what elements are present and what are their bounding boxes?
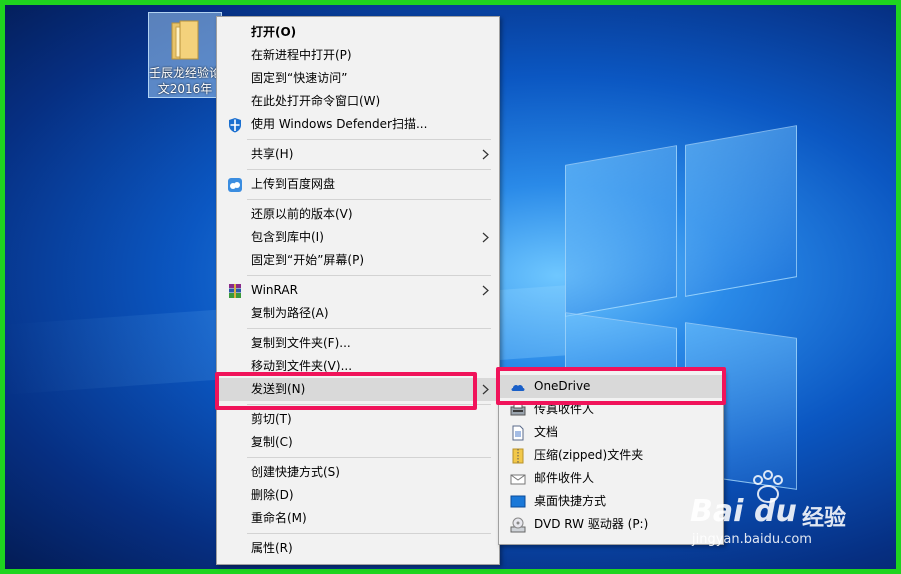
menu-item-label: 还原以前的版本(V) xyxy=(251,207,353,221)
baidu-cloud-icon xyxy=(228,178,242,192)
dvd-drive-icon xyxy=(510,517,526,533)
desktop-folder-label-line2: 文2016年 xyxy=(157,82,213,96)
chevron-right-icon xyxy=(482,384,489,395)
folder-icon xyxy=(171,20,199,60)
watermark-brand-du: du xyxy=(754,494,797,529)
desktop-folder-label-line1: 壬辰龙经验论 xyxy=(149,66,221,80)
menu-item-upload-baidu[interactable]: 上传到百度网盘 xyxy=(217,173,499,196)
menu-item-label: WinRAR xyxy=(251,283,298,297)
menu-item-label: 共享(H) xyxy=(251,147,294,161)
highlight-send-to xyxy=(215,372,477,410)
menu-item-winrar[interactable]: WinRAR xyxy=(217,279,499,302)
document-icon xyxy=(512,425,524,441)
menu-item-open-command-window[interactable]: 在此处打开命令窗口(W) xyxy=(217,90,499,113)
menu-item-label: 包含到库中(I) xyxy=(251,230,324,244)
mail-icon xyxy=(510,474,526,485)
window-logo-pane-top-left xyxy=(565,145,677,317)
menu-item-label: 删除(D) xyxy=(251,488,294,502)
submenu-item-label: DVD RW 驱动器 (P:) xyxy=(534,517,649,531)
winrar-icon xyxy=(229,284,241,298)
menu-separator xyxy=(247,328,491,329)
highlight-onedrive xyxy=(496,367,726,405)
menu-item-cut[interactable]: 剪切(T) xyxy=(217,408,499,431)
chevron-right-icon xyxy=(482,149,489,160)
menu-item-label: 重命名(M) xyxy=(251,511,307,525)
zip-folder-icon xyxy=(512,448,524,464)
menu-item-pin-quick-access[interactable]: 固定到“快速访问” xyxy=(217,67,499,90)
menu-item-copy[interactable]: 复制(C) xyxy=(217,431,499,454)
menu-item-label: 上传到百度网盘 xyxy=(251,177,336,191)
watermark-brand: Bai xyxy=(690,494,744,529)
menu-item-rename[interactable]: 重命名(M) xyxy=(217,507,499,530)
submenu-item-label: 桌面快捷方式 xyxy=(534,494,607,508)
window-logo-pane-top-right xyxy=(685,125,797,297)
menu-item-label: 复制到文件夹(F)... xyxy=(251,336,351,350)
menu-item-label: 使用 Windows Defender扫描... xyxy=(251,117,428,131)
menu-item-label: 在此处打开命令窗口(W) xyxy=(251,94,381,108)
submenu-item-label: 压缩(zipped)文件夹 xyxy=(534,448,644,462)
watermark-url: jingyan.baidu.com xyxy=(692,532,812,547)
menu-item-restore-versions[interactable]: 还原以前的版本(V) xyxy=(217,203,499,226)
menu-item-label: 创建快捷方式(S) xyxy=(251,465,340,479)
menu-item-label: 固定到“开始”屏幕(P) xyxy=(251,253,365,267)
menu-item-label: 复制为路径(A) xyxy=(251,306,329,320)
desktop-folder-item[interactable]: 壬辰龙经验论 文2016年 xyxy=(148,12,222,98)
defender-shield-icon xyxy=(229,118,241,133)
menu-item-delete[interactable]: 删除(D) xyxy=(217,484,499,507)
menu-item-label: 复制(C) xyxy=(251,435,293,449)
menu-item-copy-to-folder[interactable]: 复制到文件夹(F)... xyxy=(217,332,499,355)
baidu-jingyan-watermark: Bai du 经验 jingyan.baidu.com xyxy=(690,470,870,550)
menu-item-label: 剪切(T) xyxy=(251,412,292,426)
chevron-right-icon xyxy=(482,285,489,296)
menu-item-defender-scan[interactable]: 使用 Windows Defender扫描... xyxy=(217,113,499,136)
menu-separator xyxy=(247,139,491,140)
submenu-item-label: 文档 xyxy=(534,425,559,439)
submenu-item-label: 邮件收件人 xyxy=(534,471,595,485)
menu-separator xyxy=(247,199,491,200)
menu-separator xyxy=(247,169,491,170)
chevron-right-icon xyxy=(482,232,489,243)
menu-item-copy-as-path[interactable]: 复制为路径(A) xyxy=(217,302,499,325)
watermark-cn: 经验 xyxy=(802,506,847,531)
menu-item-properties[interactable]: 属性(R) xyxy=(217,537,499,560)
menu-item-open-new-process[interactable]: 在新进程中打开(P) xyxy=(217,44,499,67)
menu-item-label: 打开(O) xyxy=(251,25,297,39)
send-to-zipped-folder[interactable]: 压缩(zipped)文件夹 xyxy=(499,444,723,467)
menu-item-label: 固定到“快速访问” xyxy=(251,71,348,85)
menu-item-share[interactable]: 共享(H) xyxy=(217,143,499,166)
context-menu: 打开(O) 在新进程中打开(P) 固定到“快速访问” 在此处打开命令窗口(W) … xyxy=(216,16,500,565)
menu-item-create-shortcut[interactable]: 创建快捷方式(S) xyxy=(217,461,499,484)
menu-separator xyxy=(247,457,491,458)
menu-item-pin-start[interactable]: 固定到“开始”屏幕(P) xyxy=(217,249,499,272)
menu-item-include-library[interactable]: 包含到库中(I) xyxy=(217,226,499,249)
desktop-icon xyxy=(510,495,526,508)
menu-item-open[interactable]: 打开(O) xyxy=(217,21,499,44)
menu-item-label: 属性(R) xyxy=(251,541,293,555)
menu-separator xyxy=(247,275,491,276)
menu-item-label: 在新进程中打开(P) xyxy=(251,48,352,62)
send-to-documents[interactable]: 文档 xyxy=(499,421,723,444)
menu-separator xyxy=(247,533,491,534)
